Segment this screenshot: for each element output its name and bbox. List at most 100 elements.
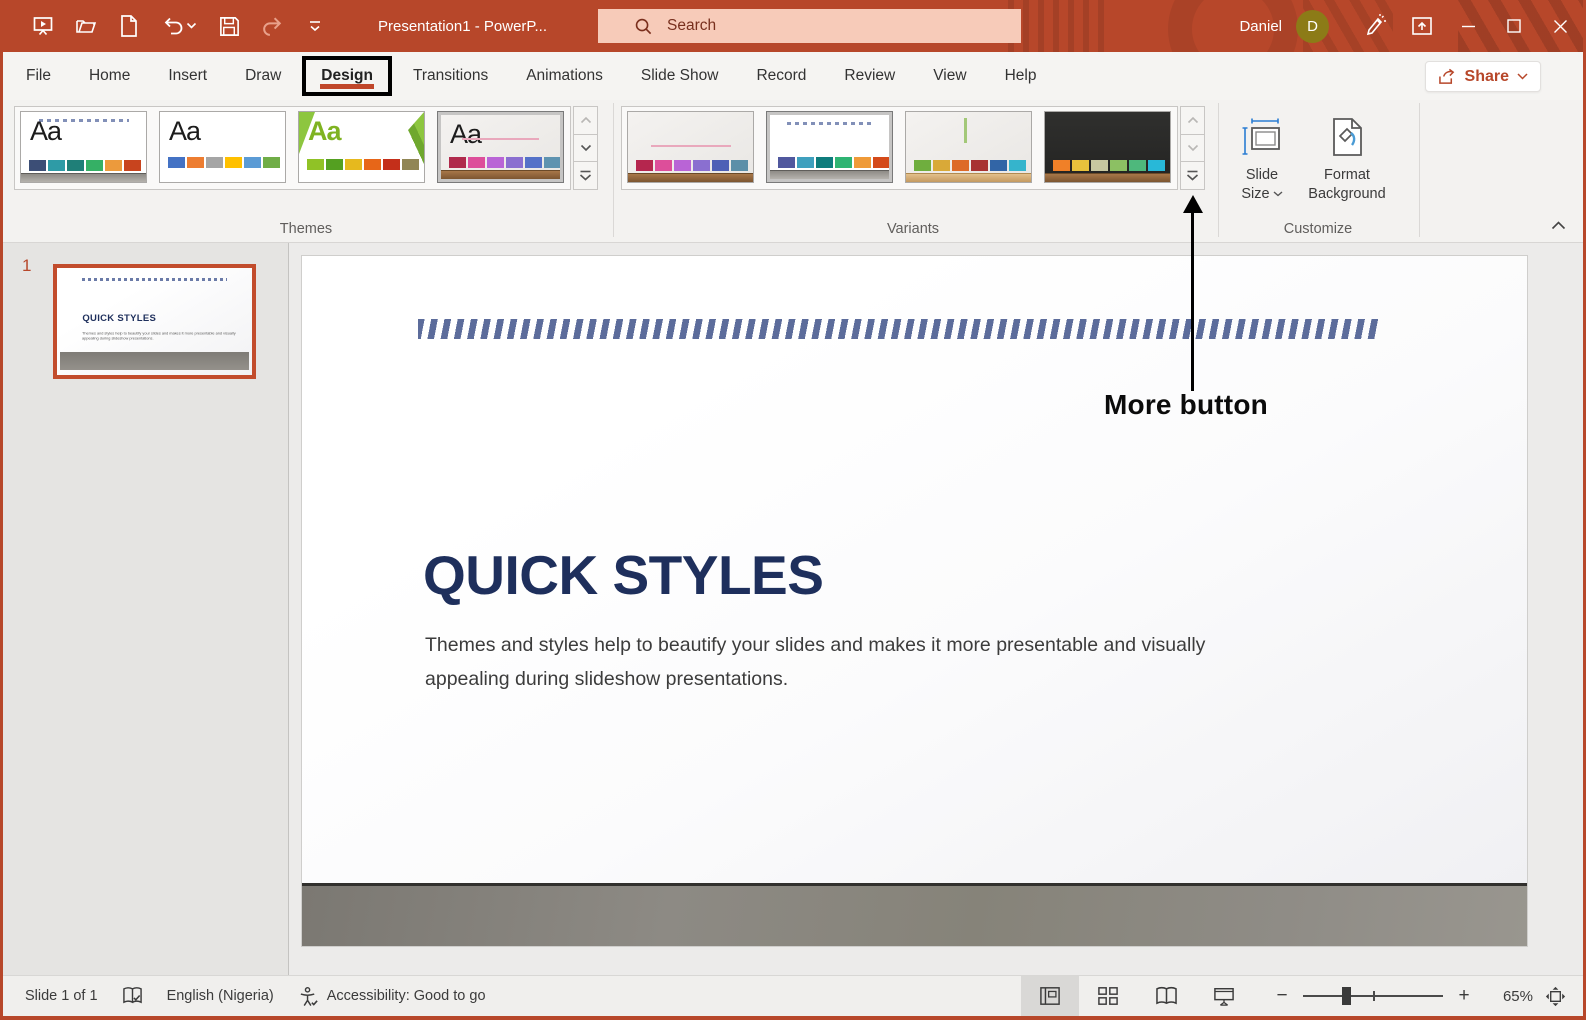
variant-floor-decoration: [906, 173, 1031, 182]
themes-more-button[interactable]: [573, 161, 598, 191]
annotation-arrow-line: [1191, 211, 1194, 391]
theme-aa-label: Aa: [308, 116, 342, 146]
quick-access-toolbar: [3, 10, 330, 42]
share-button[interactable]: Share: [1424, 61, 1541, 92]
variant-thumbnail-1[interactable]: [627, 111, 754, 183]
theme-color-swatches: [307, 159, 419, 170]
tab-design-active[interactable]: Design: [302, 56, 392, 96]
tab-help[interactable]: Help: [986, 55, 1056, 97]
variant-thumbnail-4[interactable]: [1044, 111, 1171, 183]
tab-transitions[interactable]: Transitions: [394, 55, 507, 97]
variant-thumbnail-2-selected[interactable]: [766, 111, 893, 183]
statusbar-right: − + 65%: [1021, 976, 1583, 1016]
start-slideshow-button[interactable]: [28, 10, 58, 42]
zoom-in-button[interactable]: +: [1451, 985, 1477, 1007]
tab-record[interactable]: Record: [737, 55, 825, 97]
annotation-more-button-label: More button: [1104, 389, 1268, 420]
zoom-slider-thumb[interactable]: [1342, 987, 1352, 1005]
undo-button[interactable]: [157, 10, 201, 42]
feedback-button[interactable]: [1353, 0, 1399, 52]
slide-size-button[interactable]: Slide Size: [1231, 108, 1293, 230]
slide-title-text[interactable]: QUICK STYLES: [423, 543, 824, 607]
themes-group-label: Themes: [279, 221, 333, 237]
fit-slide-to-window-button[interactable]: [1533, 976, 1577, 1016]
tab-insert[interactable]: Insert: [149, 55, 226, 97]
format-background-icon: [1333, 118, 1362, 156]
theme-floor-decoration: [21, 173, 146, 182]
spell-check-button[interactable]: [110, 976, 155, 1016]
variant-color-swatches: [914, 160, 1026, 171]
slide-indicator[interactable]: Slide 1 of 1: [3, 976, 110, 1016]
slide-body-text[interactable]: Themes and styles help to beautify your …: [425, 629, 1287, 696]
slide-floor-image: [302, 883, 1527, 946]
tab-animations[interactable]: Animations: [507, 55, 622, 97]
save-button[interactable]: [214, 10, 244, 42]
fit-to-window-icon: [1545, 986, 1565, 1006]
theme-thumbnail-gallery-selected[interactable]: Aa: [437, 111, 564, 183]
tab-file[interactable]: File: [7, 55, 70, 97]
themes-scroll-down-button[interactable]: [573, 133, 598, 163]
zoom-control: − + 65%: [1269, 985, 1533, 1007]
format-background-button[interactable]: Format Background: [1297, 108, 1397, 230]
search-input[interactable]: [667, 17, 967, 35]
theme-thumbnail-current[interactable]: Aa: [20, 111, 147, 183]
variant-floor-decoration: [1045, 173, 1170, 182]
customize-qat-button[interactable]: [300, 10, 330, 42]
variants-more-button[interactable]: [1180, 161, 1205, 191]
zoom-level[interactable]: 65%: [1487, 988, 1533, 1005]
slide-show-button[interactable]: [1195, 976, 1253, 1016]
slide-sorter-view-button[interactable]: [1079, 976, 1137, 1016]
reading-view-button[interactable]: [1137, 976, 1195, 1016]
mini-floor-decoration: [60, 352, 249, 370]
tab-review[interactable]: Review: [825, 55, 914, 97]
slide-sorter-icon: [1098, 987, 1118, 1005]
chevron-up-icon: [1187, 117, 1198, 124]
format-background-label: Format Background: [1308, 167, 1386, 202]
variant-thumbnail-3[interactable]: [905, 111, 1032, 183]
variants-group-label: Variants: [886, 221, 940, 237]
tab-view[interactable]: View: [914, 55, 985, 97]
group-divider: [613, 103, 614, 237]
new-file-button[interactable]: [114, 10, 144, 42]
avatar[interactable]: D: [1296, 9, 1329, 43]
more-gallery-icon: [1186, 170, 1199, 181]
chevron-down-icon: [1517, 73, 1528, 80]
new-file-icon: [121, 15, 137, 37]
language-button[interactable]: English (Nigeria): [155, 976, 286, 1016]
themes-scroll-up-button[interactable]: [573, 106, 598, 135]
collapse-ribbon-button[interactable]: [1547, 216, 1569, 234]
redo-button[interactable]: [257, 10, 287, 42]
chevron-up-icon: [1551, 220, 1565, 229]
zoom-out-button[interactable]: −: [1269, 985, 1295, 1007]
normal-view-button[interactable]: [1021, 976, 1079, 1016]
facet-decoration: [390, 112, 424, 182]
chevron-down-icon: [1187, 144, 1198, 152]
slide-thumbnail-selected[interactable]: QUICK STYLES Themes and styles help to b…: [53, 264, 256, 379]
variants-scroll-down-button[interactable]: [1180, 133, 1205, 163]
open-button[interactable]: [71, 10, 101, 42]
minimize-button[interactable]: [1445, 0, 1491, 52]
tab-slide-show[interactable]: Slide Show: [622, 55, 738, 97]
theme-aa-label: Aa: [450, 119, 482, 149]
variants-scroll-up-button[interactable]: [1180, 106, 1205, 135]
theme-thumbnail-facet[interactable]: Aa: [298, 111, 425, 183]
themes-gallery-scroll: [573, 106, 598, 191]
variant-color-swatches: [778, 157, 889, 168]
zoom-slider[interactable]: [1303, 987, 1443, 1005]
variant-line-decoration: [650, 144, 731, 147]
accessibility-button[interactable]: Accessibility: Good to go: [286, 976, 498, 1016]
start-slideshow-icon: [33, 17, 53, 36]
maximize-button[interactable]: [1491, 0, 1537, 52]
tab-home[interactable]: Home: [70, 55, 149, 97]
variant-dash-decoration: [786, 122, 873, 125]
tab-draw[interactable]: Draw: [226, 55, 300, 97]
slide-editor[interactable]: QUICK STYLES Themes and styles help to b…: [301, 255, 1528, 947]
theme-aa-label: Aa: [30, 116, 62, 146]
variants-gallery-scroll: [1180, 106, 1205, 191]
reading-view-icon: [1155, 986, 1177, 1005]
design-ribbon: Aa Aa Aa Aa Themes Variants Slide Size F…: [3, 100, 1583, 243]
search-box[interactable]: [598, 9, 1021, 43]
close-button[interactable]: [1537, 0, 1583, 52]
theme-thumbnail-office[interactable]: Aa: [159, 111, 286, 183]
ribbon-display-options-button[interactable]: [1399, 0, 1445, 52]
